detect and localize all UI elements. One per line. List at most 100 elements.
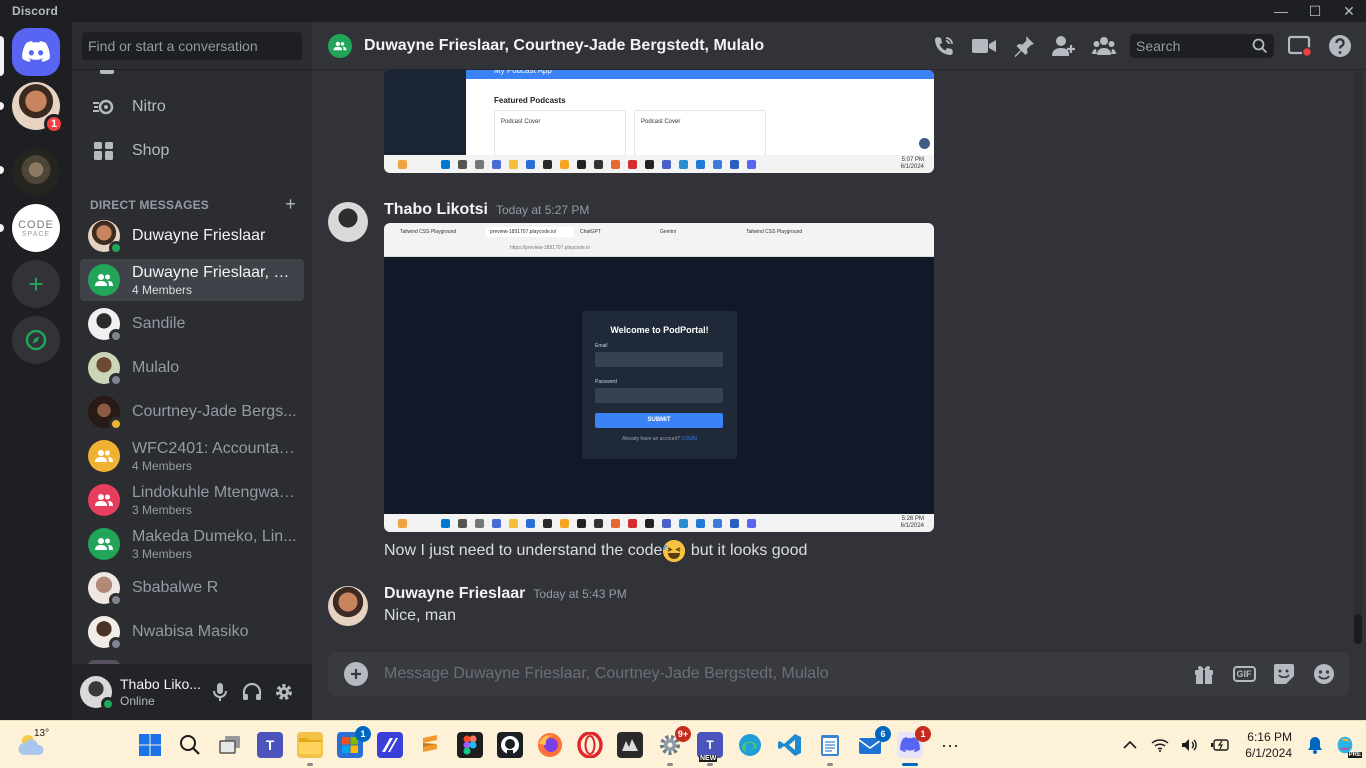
- vector-app[interactable]: [377, 732, 403, 758]
- avatar: [88, 352, 123, 387]
- notepad-app[interactable]: [817, 732, 843, 766]
- message-avatar[interactable]: [328, 202, 368, 242]
- pin-icon: [1014, 36, 1034, 57]
- add-friends-to-dm-button[interactable]: [1050, 32, 1078, 60]
- dm-name: Mulalo: [132, 359, 180, 376]
- notification-bell-icon[interactable]: [1304, 734, 1326, 756]
- upload-button[interactable]: [344, 662, 368, 686]
- pinned-messages-button[interactable]: [1010, 32, 1038, 60]
- file-explorer-app[interactable]: [297, 732, 323, 766]
- settings-app[interactable]: 9+: [657, 726, 691, 766]
- clock[interactable]: 6:16 PM 6/1/2024: [1245, 729, 1292, 761]
- notification-badge: 1: [355, 726, 371, 742]
- search-icon: [180, 735, 200, 755]
- dm-item-group-duwayne[interactable]: Duwayne Frieslaar, Co... 4 Members: [80, 259, 304, 301]
- group-dm-icon: [88, 484, 120, 516]
- nav-nitro[interactable]: Nitro: [80, 86, 304, 128]
- message-author[interactable]: Duwayne Frieslaar: [384, 585, 525, 603]
- submit-button: SUBMIT: [595, 413, 723, 428]
- maximize-button[interactable]: ☐: [1298, 0, 1332, 22]
- running-indicator: [827, 763, 833, 766]
- mute-button[interactable]: [204, 676, 236, 708]
- inbox-button[interactable]: [1286, 32, 1314, 60]
- sticker-button[interactable]: [1270, 660, 1298, 688]
- media-app[interactable]: [617, 732, 643, 758]
- dm-item-duwayne-frieslaar[interactable]: Duwayne Frieslaar: [80, 215, 304, 257]
- create-dm-button[interactable]: +: [285, 194, 296, 215]
- user-settings-button[interactable]: [268, 676, 300, 708]
- codespace-logo-bottom: SPACE: [21, 230, 51, 238]
- dm-item-mulalo[interactable]: Mulalo: [80, 347, 304, 389]
- close-button[interactable]: ✕: [1332, 0, 1366, 22]
- opera-app[interactable]: [577, 732, 603, 758]
- edge-app[interactable]: [737, 732, 763, 758]
- sublime-app[interactable]: [417, 732, 443, 758]
- image-attachment-podcast-app[interactable]: My Podcast App Featured Podcasts Podcast…: [384, 70, 934, 173]
- voice-call-button[interactable]: [930, 32, 958, 60]
- microsoft-store-app[interactable]: 1: [337, 726, 371, 758]
- vscode-app[interactable]: [777, 732, 803, 758]
- wifi-icon[interactable]: [1149, 734, 1171, 756]
- window-controls: — ☐ ✕: [1264, 0, 1366, 22]
- teams-icon: T: [706, 738, 714, 752]
- add-server-button[interactable]: +: [12, 260, 60, 308]
- teams-icon: T: [265, 737, 275, 753]
- volume-icon[interactable]: [1179, 734, 1201, 756]
- header-search-input[interactable]: Search: [1130, 34, 1274, 58]
- minimize-button[interactable]: —: [1264, 0, 1298, 22]
- message-avatar[interactable]: [328, 586, 368, 626]
- server-meerkat[interactable]: [12, 148, 60, 196]
- dm-item-courtney-jade[interactable]: Courtney-Jade Bergs...: [80, 391, 304, 433]
- browser-tab-active: preview-1891707.playcode.io/: [486, 226, 574, 237]
- github-app[interactable]: [497, 732, 523, 758]
- mail-app[interactable]: 6: [857, 726, 891, 758]
- firefox-app[interactable]: [537, 732, 563, 758]
- user-avatar[interactable]: [80, 676, 115, 711]
- gift-button[interactable]: [1190, 660, 1218, 688]
- plus-icon: [351, 669, 361, 679]
- dm-item-sandile[interactable]: Sandile: [80, 303, 304, 345]
- deafen-button[interactable]: [236, 676, 268, 708]
- discover-button[interactable]: [12, 316, 60, 364]
- scrollbar-thumb[interactable]: [1354, 614, 1362, 644]
- start-button[interactable]: [137, 732, 163, 758]
- chevron-up-icon[interactable]: [1119, 734, 1141, 756]
- home-button[interactable]: [12, 28, 60, 76]
- find-conversation-input[interactable]: Find or start a conversation: [82, 32, 302, 60]
- image-attachment-login-page[interactable]: Tailwind CSS Playground preview-1891707.…: [384, 223, 934, 532]
- dm-name: Makeda Dumeko, Lin...: [132, 527, 297, 545]
- teams-new-app[interactable]: T NEW: [697, 732, 723, 766]
- discord-app-taskbar[interactable]: 1: [897, 726, 931, 766]
- figma-app[interactable]: [457, 732, 483, 758]
- browser-tab: ChatGPT: [580, 228, 601, 235]
- browser-tab: Tailwind CSS Playground: [746, 228, 803, 235]
- gif-button[interactable]: GIF: [1230, 660, 1258, 688]
- help-button[interactable]: [1326, 32, 1354, 60]
- dm-item-sbabalwe[interactable]: Sbabalwe R: [80, 567, 304, 609]
- dm-item-lindokuhle[interactable]: Lindokuhle Mtengwan... 3 Members: [80, 479, 304, 521]
- running-indicator: [307, 763, 313, 766]
- search-button[interactable]: [177, 732, 203, 758]
- member-list-button[interactable]: [1090, 32, 1118, 60]
- chat-main: Duwayne Frieslaar, Courtney-Jade Bergste…: [312, 22, 1366, 720]
- copilot-button[interactable]: PRE: [1334, 734, 1362, 758]
- dm-item-wfc2401[interactable]: WFC2401: Accountabi... 4 Members: [80, 435, 304, 477]
- emoji-button[interactable]: [1310, 660, 1338, 688]
- battery-icon[interactable]: [1209, 734, 1231, 756]
- nav-shop[interactable]: Shop: [80, 130, 304, 172]
- message-scrollbar[interactable]: [1354, 70, 1362, 644]
- server-duwayne[interactable]: 1: [12, 82, 64, 134]
- dm-item-makeda[interactable]: Makeda Dumeko, Lin... 3 Members: [80, 523, 304, 565]
- video-call-button[interactable]: [970, 32, 998, 60]
- dm-item-nwabisa[interactable]: Nwabisa Masiko: [80, 611, 304, 653]
- group-dm-icon: [88, 440, 120, 472]
- notification-badge: 1: [915, 726, 931, 742]
- message-input[interactable]: Message Duwayne Frieslaar, Courtney-Jade…: [384, 665, 1190, 683]
- teams-app[interactable]: T: [257, 732, 283, 758]
- message-author[interactable]: Thabo Likotsi: [384, 201, 488, 219]
- taskbar-overflow-button[interactable]: ···: [937, 732, 963, 758]
- fab-button: [919, 138, 930, 149]
- mention-badge: 1: [44, 114, 64, 134]
- task-view-button[interactable]: [217, 732, 243, 758]
- server-codespace[interactable]: CODE SPACE: [12, 204, 60, 252]
